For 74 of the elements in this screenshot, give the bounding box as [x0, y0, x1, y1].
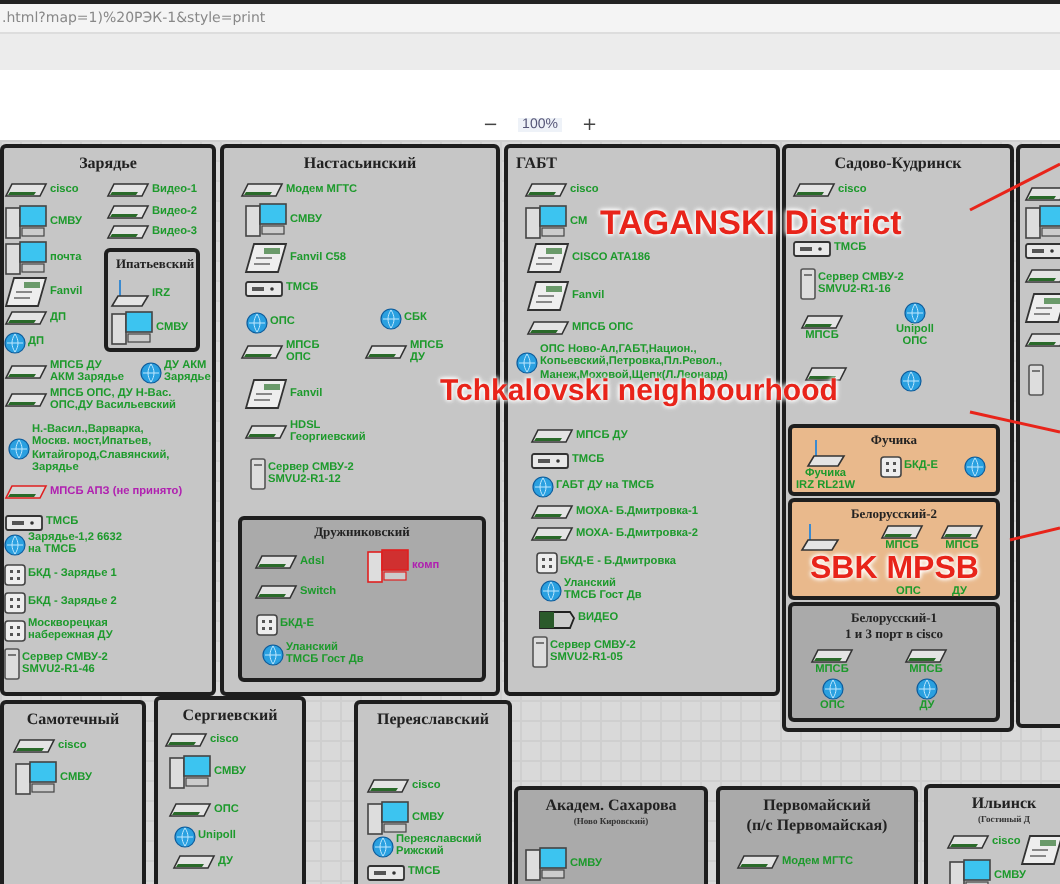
wireless-router-icon [805, 440, 846, 468]
panel-icon [880, 456, 902, 478]
zoom-in-button[interactable]: + [577, 115, 601, 135]
camera-icon [536, 606, 576, 630]
zone-title: Самотечный [24, 708, 122, 730]
computer-icon [366, 800, 410, 836]
globe-icon [916, 678, 938, 700]
desk-phone-icon [4, 276, 48, 308]
network-switch-icon [1024, 268, 1060, 284]
panel-icon [4, 619, 26, 642]
panel-icon [4, 564, 26, 586]
panel-icon [536, 552, 558, 574]
zone-title: Сергиевский [180, 704, 280, 726]
annotation-label: SBK MPSB [810, 554, 979, 586]
server-tower-icon [800, 268, 816, 300]
wireless-router-icon [110, 280, 150, 308]
globe-icon [903, 302, 926, 324]
globe-icon [540, 579, 562, 602]
server-tower-icon [532, 636, 548, 668]
globe-icon [8, 438, 30, 461]
modem-icon [530, 452, 570, 470]
modem-icon [792, 240, 832, 258]
computer-icon [110, 310, 154, 346]
zone-title: Академ. Сахарова [543, 794, 679, 816]
computer-icon [524, 846, 568, 882]
computer-icon [366, 548, 410, 584]
leader-line [969, 162, 1060, 212]
globe-icon [372, 835, 394, 858]
zone-title: Первомайский (п/с Первомайская) [744, 794, 890, 835]
modem-icon [366, 864, 406, 882]
leader-line [969, 410, 1060, 434]
globe-icon [4, 332, 26, 354]
desk-phone-icon [526, 280, 570, 312]
modem-icon [244, 280, 284, 298]
computer-icon [524, 204, 568, 240]
computer-icon [14, 760, 58, 796]
globe-icon [821, 678, 844, 700]
globe-icon [964, 456, 986, 478]
network-switch-icon [1024, 186, 1060, 202]
globe-icon [246, 312, 268, 334]
server-tower-icon [4, 648, 20, 680]
globe-icon [140, 361, 162, 384]
modem-icon [1024, 242, 1060, 260]
computer-icon [168, 754, 212, 790]
globe-icon [380, 308, 402, 330]
desk-phone-icon [244, 378, 288, 410]
server-tower-icon [1028, 364, 1044, 396]
computer-icon [244, 202, 288, 238]
desk-phone-icon [1024, 292, 1060, 324]
desk-phone-icon [1020, 834, 1060, 866]
network-switch-icon [1024, 332, 1060, 348]
modem-icon [4, 514, 44, 532]
zoom-out-button[interactable]: − [479, 115, 503, 135]
desk-phone-icon [526, 242, 570, 274]
zone-title: Настасьинский [301, 152, 419, 174]
globe-icon [4, 533, 26, 556]
zone-title: Ильинск [969, 792, 1039, 814]
globe-icon [532, 476, 554, 498]
panel-icon [256, 614, 278, 636]
zone-title: Садово-Кудринск [832, 152, 964, 174]
annotation-label: TAGANSKI District [600, 206, 902, 240]
zone-title: Зарядье [77, 152, 139, 174]
panel-icon [4, 592, 26, 614]
globe-icon [174, 826, 196, 848]
globe-icon [900, 370, 922, 392]
zone-title: ГАБТ [514, 152, 560, 174]
server-tower-icon [250, 458, 266, 490]
desk-phone-icon [244, 242, 288, 274]
zone-title: Переяславский [375, 708, 491, 730]
globe-icon [262, 643, 284, 666]
leader-line [1009, 526, 1060, 542]
computer-icon [1024, 204, 1060, 240]
wireless-router-icon [800, 524, 840, 552]
globe-icon [516, 352, 538, 375]
